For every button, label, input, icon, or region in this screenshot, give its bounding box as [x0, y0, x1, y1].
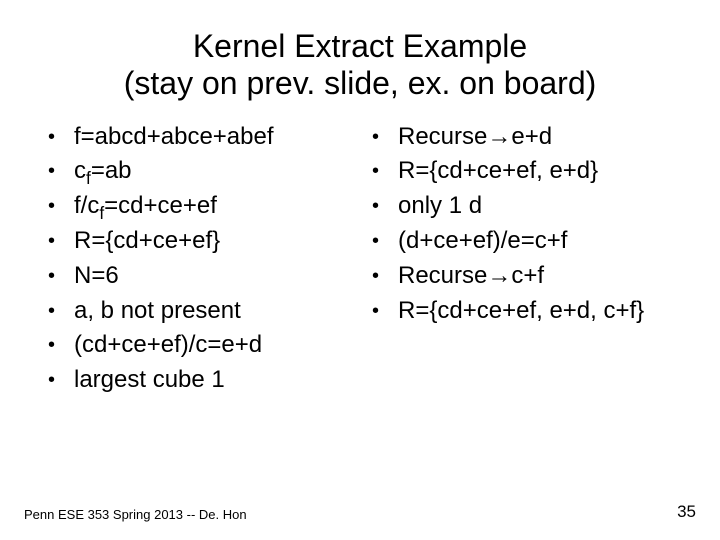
- item-text: largest cube 1: [74, 366, 225, 393]
- left-column: •f=abcd+abce+abef •cf=ab •f/cf=cd+ce+ef …: [48, 120, 348, 398]
- list-item: •(d+ce+ef)/e=c+f: [372, 224, 672, 259]
- bullet-icon: •: [48, 294, 74, 328]
- bullet-icon: •: [372, 154, 398, 188]
- list-item: •R={cd+ce+ef, e+d, c+f}: [372, 294, 672, 329]
- bullet-icon: •: [372, 120, 398, 154]
- item-text: f/c: [74, 192, 99, 219]
- content-columns: •f=abcd+abce+abef •cf=ab •f/cf=cd+ce+ef …: [48, 120, 672, 398]
- item-text: =cd+ce+ef: [104, 192, 217, 219]
- list-item: •f/cf=cd+ce+ef: [48, 189, 348, 224]
- item-text: c: [74, 157, 86, 184]
- item-text: R={cd+ce+ef, e+d}: [398, 157, 598, 184]
- bullet-icon: •: [48, 363, 74, 397]
- bullet-icon: •: [48, 259, 74, 293]
- item-text: Recurse: [398, 262, 487, 289]
- bullet-icon: •: [48, 328, 74, 362]
- item-text: =ab: [91, 157, 132, 184]
- list-item: •a, b not present: [48, 294, 348, 329]
- bullet-icon: •: [48, 224, 74, 258]
- right-column: •Recurse→e+d •R={cd+ce+ef, e+d} •only 1 …: [372, 120, 672, 398]
- arrow-icon: →: [487, 123, 511, 150]
- slide-title: Kernel Extract Example (stay on prev. sl…: [48, 28, 672, 102]
- item-text: only 1 d: [398, 192, 482, 219]
- item-text: R={cd+ce+ef}: [74, 227, 220, 254]
- list-item: •Recurse→e+d: [372, 120, 672, 155]
- list-item: •N=6: [48, 259, 348, 294]
- bullet-icon: •: [372, 259, 398, 293]
- arrow-icon: →: [487, 262, 511, 289]
- footer-left: Penn ESE 353 Spring 2013 -- De. Hon: [24, 507, 247, 522]
- left-list: •f=abcd+abce+abef •cf=ab •f/cf=cd+ce+ef …: [48, 120, 348, 398]
- slide-number: 35: [677, 502, 696, 522]
- item-text: c+f: [511, 262, 544, 289]
- list-item: •(cd+ce+ef)/c=e+d: [48, 328, 348, 363]
- right-list: •Recurse→e+d •R={cd+ce+ef, e+d} •only 1 …: [372, 120, 672, 329]
- list-item: •cf=ab: [48, 154, 348, 189]
- item-text: a, b not present: [74, 297, 241, 324]
- list-item: •f=abcd+abce+abef: [48, 120, 348, 155]
- title-line-2: (stay on prev. slide, ex. on board): [124, 65, 597, 101]
- bullet-icon: •: [48, 189, 74, 223]
- bullet-icon: •: [48, 154, 74, 188]
- title-line-1: Kernel Extract Example: [193, 28, 527, 64]
- bullet-icon: •: [48, 120, 74, 154]
- list-item: •only 1 d: [372, 189, 672, 224]
- list-item: •R={cd+ce+ef}: [48, 224, 348, 259]
- list-item: •largest cube 1: [48, 363, 348, 398]
- bullet-icon: •: [372, 294, 398, 328]
- bullet-icon: •: [372, 224, 398, 258]
- list-item: •R={cd+ce+ef, e+d}: [372, 154, 672, 189]
- item-text: (cd+ce+ef)/c=e+d: [74, 331, 262, 358]
- item-text: R={cd+ce+ef, e+d, c+f}: [398, 297, 644, 324]
- item-text: (d+ce+ef)/e=c+f: [398, 227, 567, 254]
- slide: Kernel Extract Example (stay on prev. sl…: [0, 0, 720, 540]
- item-text: Recurse: [398, 123, 487, 150]
- list-item: •Recurse→c+f: [372, 259, 672, 294]
- item-text: f=abcd+abce+abef: [74, 123, 274, 150]
- item-text: e+d: [511, 123, 552, 150]
- bullet-icon: •: [372, 189, 398, 223]
- item-text: N=6: [74, 262, 119, 289]
